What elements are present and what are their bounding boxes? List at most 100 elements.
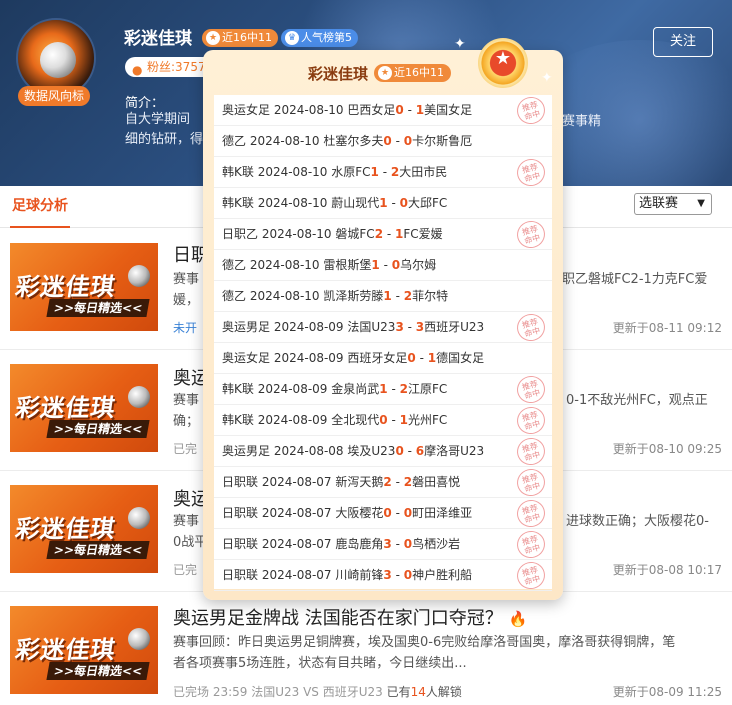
author-name: 彩迷佳琪 — [124, 29, 192, 49]
away-team: 鸟栖沙岩 — [412, 537, 461, 551]
record-row-text: 日职联 2024-08-07 川崎前锋3 - 0神户胜利船 — [222, 560, 472, 591]
league-name: 韩K联 — [222, 382, 258, 396]
update-time: 更新于08-10 09:25 — [612, 442, 722, 456]
match-info: 已完场 23:59 法国U23 VS 西班牙U23 — [173, 685, 383, 699]
record-row[interactable]: 德乙 2024-08-10 雷根斯堡1 - 0乌尔姆 — [214, 250, 552, 281]
home-team: 埃及U23 — [347, 444, 396, 458]
league-name: 奥运女足 — [222, 351, 274, 365]
article-thumbnail[interactable]: 彩迷佳琪 >>每日精选<< — [10, 243, 158, 331]
medal-icon: ★ — [478, 38, 528, 88]
record-row[interactable]: 韩K联 2024-08-09 金泉尚武1 - 2江原FC 推荐 命中 — [214, 372, 552, 407]
article-thumbnail[interactable]: 彩迷佳琪 >>每日精选<< — [10, 485, 158, 573]
thumbnail-title: 彩迷佳琪 — [13, 273, 118, 301]
football-icon — [128, 507, 150, 529]
record-row[interactable]: 奥运男足 2024-08-08 埃及U230 - 6摩洛哥U23 推荐 命中 — [214, 434, 552, 469]
match-date: 2024-08-10 — [273, 103, 348, 117]
home-team: 西班牙女足 — [347, 351, 408, 365]
record-list: 奥运女足 2024-08-10 巴西女足0 - 1美国女足 推荐 命中 德乙 2024… — [214, 93, 552, 593]
record-row[interactable]: 奥运男足 2024-08-09 法国U233 - 3西班牙U23 推荐 命中 — [214, 310, 552, 345]
intro-label: 简介： — [125, 96, 165, 111]
home-score: 2 — [383, 475, 392, 489]
away-score: 1 — [399, 413, 408, 427]
league-select[interactable]: 选联赛 ▼ — [634, 193, 712, 215]
home-team: 雷根斯堡 — [323, 258, 372, 272]
home-score: 0 — [379, 413, 388, 427]
popup-record-badge: ★ 近16中11 — [374, 64, 451, 82]
record-row[interactable]: 日职联 2024-08-07 川崎前锋3 - 0神户胜利船 推荐 命中 — [214, 558, 552, 593]
league-name: 日职联 — [222, 506, 262, 520]
away-score: 0 — [403, 506, 413, 520]
article-summary-tail: 进球数正确；大阪樱花0- — [566, 514, 709, 529]
article-title[interactable]: 奥运男足金牌战 法国能否在家门口夺冠？ 🔥 — [173, 604, 527, 630]
article-item[interactable]: 彩迷佳琪 >>每日精选<< 奥运男足金牌战 法国能否在家门口夺冠？ 🔥 赛事回顾… — [0, 592, 732, 705]
popup-header: 彩迷佳琪 ★ 近16中11 ★ ✦ ✦ — [203, 36, 563, 94]
follow-button[interactable]: 关注 — [653, 27, 713, 57]
match-date: 2024-08-09 — [273, 320, 348, 334]
match-date: 2024-08-07 — [261, 568, 336, 582]
league-name: 韩K联 — [222, 196, 258, 210]
league-name: 日职联 — [222, 537, 262, 551]
league-name: 奥运男足 — [222, 444, 274, 458]
record-row[interactable]: 韩K联 2024-08-10 蔚山现代1 - 0大邱FC — [214, 188, 552, 219]
score-separator: - — [391, 568, 404, 582]
update-time: 更新于08-11 09:12 — [612, 321, 722, 335]
thumbnail-title: 彩迷佳琪 — [13, 394, 118, 422]
record-row[interactable]: 韩K联 2024-08-09 全北现代0 - 1光州FC 推荐 命中 — [214, 403, 552, 438]
record-row[interactable]: 日职联 2024-08-07 大阪樱花0 - 0町田泽维亚 推荐 命中 — [214, 496, 552, 531]
article-thumbnail[interactable]: 彩迷佳琪 >>每日精选<< — [10, 364, 158, 452]
away-score: 6 — [415, 444, 425, 458]
home-team: 巴西女足 — [347, 103, 396, 117]
crown-icon: ♛ — [285, 31, 299, 45]
league-name: 奥运女足 — [222, 103, 274, 117]
unlock-prefix: 已有 — [386, 685, 411, 699]
record-row-text: 奥运女足 2024-08-09 西班牙女足0 - 1德国女足 — [222, 343, 484, 374]
record-row[interactable]: 日职联 2024-08-07 新泻天鹅2 - 2磐田喜悦 推荐 命中 — [214, 465, 552, 500]
home-team: 磐城FC — [335, 227, 375, 241]
record-row[interactable]: 德乙 2024-08-10 杜塞尔多夫0 - 0卡尔斯鲁厄 — [214, 126, 552, 157]
score-separator: - — [415, 351, 428, 365]
away-team: 大田市民 — [399, 165, 448, 179]
league-name: 日职联 — [222, 475, 262, 489]
record-row[interactable]: 奥运女足 2024-08-09 西班牙女足0 - 1德国女足 — [214, 343, 552, 374]
record-row-text: 韩K联 2024-08-10 蔚山现代1 - 0大邱FC — [222, 188, 447, 219]
thumbnail-title: 彩迷佳琪 — [13, 515, 118, 543]
record-row[interactable]: 韩K联 2024-08-10 水原FC1 - 2大田市民 推荐 命中 — [214, 155, 552, 190]
record-row[interactable]: 德乙 2024-08-10 凯泽斯劳滕1 - 2菲尔特 — [214, 281, 552, 312]
record-row[interactable]: 日职联 2024-08-07 鹿岛鹿角3 - 0鸟栖沙岩 推荐 命中 — [214, 527, 552, 562]
intro-text-tail: 赛事精 — [562, 114, 602, 129]
article-summary-tail: 职乙磐城FC2-1力克FC爱 — [562, 272, 708, 287]
article-summary-tail: 0-1不敌光州FC，观点正 — [566, 393, 708, 408]
away-team: FC爱媛 — [403, 227, 443, 241]
thumbnail-subtitle: >>每日精选<< — [46, 541, 150, 559]
away-team: 磐田喜悦 — [412, 475, 461, 489]
home-score: 1 — [383, 289, 392, 303]
article-thumbnail[interactable]: 彩迷佳琪 >>每日精选<< — [10, 606, 158, 694]
home-team: 蔚山现代 — [331, 196, 380, 210]
record-row-text: 韩K联 2024-08-09 全北现代0 - 1光州FC — [222, 405, 447, 436]
home-score: 2 — [374, 227, 384, 241]
record-row-text: 日职联 2024-08-07 新泻天鹅2 - 2磐田喜悦 — [222, 467, 460, 498]
fans-count-label: 粉丝:3757 — [147, 60, 206, 74]
score-separator: - — [387, 382, 400, 396]
home-team: 新泻天鹅 — [335, 475, 384, 489]
score-separator: - — [403, 444, 416, 458]
score-separator: - — [391, 506, 404, 520]
league-name: 日职联 — [222, 568, 262, 582]
match-date: 2024-08-07 — [261, 537, 336, 551]
score-separator: - — [391, 537, 404, 551]
thumbnail-subtitle: >>每日精选<< — [46, 299, 150, 317]
away-score: 1 — [427, 351, 437, 365]
avatar-tag: 数据风向标 — [18, 86, 90, 106]
match-date: 2024-08-10 — [249, 258, 324, 272]
away-team: 神户胜利船 — [412, 568, 473, 582]
match-date: 2024-08-10 — [257, 196, 332, 210]
away-score: 1 — [415, 103, 425, 117]
away-team: 西班牙U23 — [424, 320, 485, 334]
tab-football-analysis[interactable]: 足球分析 — [10, 186, 70, 228]
league-name: 日职乙 — [222, 227, 262, 241]
hit-stamp-icon: 推荐 命中 — [513, 217, 549, 252]
away-team: 町田泽维亚 — [412, 506, 473, 520]
record-row[interactable]: 日职乙 2024-08-10 磐城FC2 - 1FC爱媛 推荐 命中 — [214, 217, 552, 252]
home-score: 0 — [383, 506, 392, 520]
record-row[interactable]: 奥运女足 2024-08-10 巴西女足0 - 1美国女足 推荐 命中 — [214, 93, 552, 128]
